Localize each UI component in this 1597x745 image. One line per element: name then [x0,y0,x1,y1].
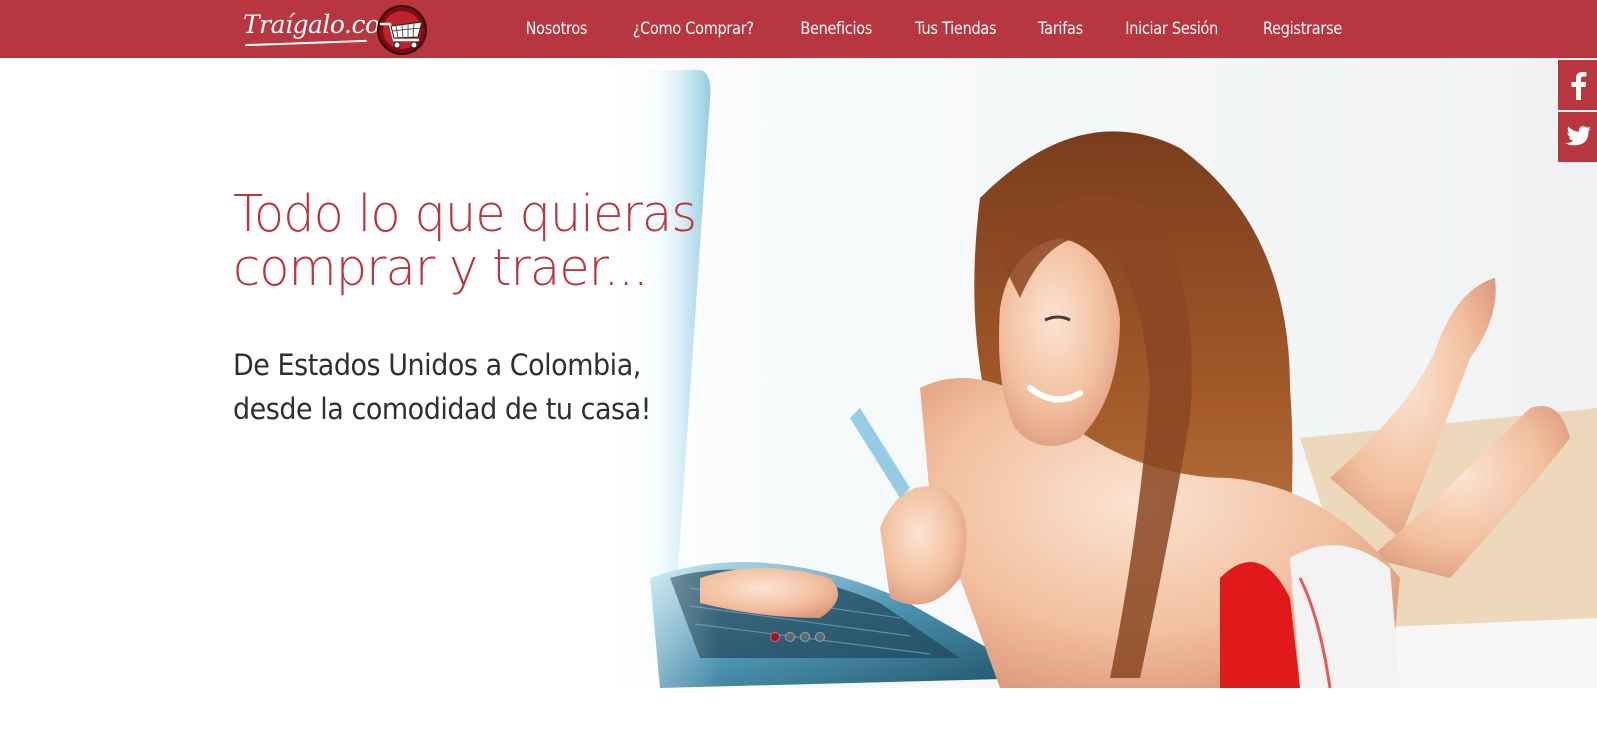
facebook-icon [1571,72,1586,100]
nav-item-registrarse[interactable]: Registrarse [1250,0,1355,58]
shopping-cart-badge-icon [377,5,427,55]
hero-title-line-1: Todo lo que quieras [233,185,697,244]
main-menu: Nosotros ¿Como Comprar? Beneficios Tus T… [519,0,1364,58]
facebook-button[interactable] [1558,60,1597,110]
logo-underline [245,39,367,47]
top-navbar: Traígalo.com Nosotros ¿Como Comprar? Ben… [0,0,1597,58]
site-logo[interactable]: Traígalo.com [243,4,433,55]
social-sidebar [1558,60,1597,164]
hero-title-line-2: comprar y traer... [233,239,649,298]
slider-dot-2[interactable] [785,632,795,642]
nav-item-iniciar-sesion[interactable]: Iniciar Sesión [1112,0,1230,58]
twitter-icon [1564,126,1591,146]
twitter-button[interactable] [1558,112,1597,162]
hero-slider: Todo lo que quieras comprar y traer... D… [0,58,1597,688]
slider-dot-3[interactable] [800,632,810,642]
nav-item-tarifas[interactable]: Tarifas [1025,0,1095,58]
slider-dot-4[interactable] [815,632,825,642]
hero-title: Todo lo que quieras comprar y traer... [233,188,737,296]
nav-item-como-comprar[interactable]: ¿Como Comprar? [619,0,766,58]
hero-subtitle: De Estados Unidos a Colombia, desde la c… [233,343,717,431]
hero-subtitle-line-2: desde la comodidad de tu casa! [233,392,652,426]
hero-caption: Todo lo que quieras comprar y traer... D… [233,188,753,431]
nav-item-tus-tiendas[interactable]: Tus Tiendas [903,0,1010,58]
slider-dot-1[interactable] [770,632,780,642]
nav-item-nosotros[interactable]: Nosotros [526,0,600,58]
slider-pagination [770,632,825,642]
nav-item-beneficios[interactable]: Beneficios [788,0,885,58]
hero-subtitle-line-1: De Estados Unidos a Colombia, [233,348,641,382]
